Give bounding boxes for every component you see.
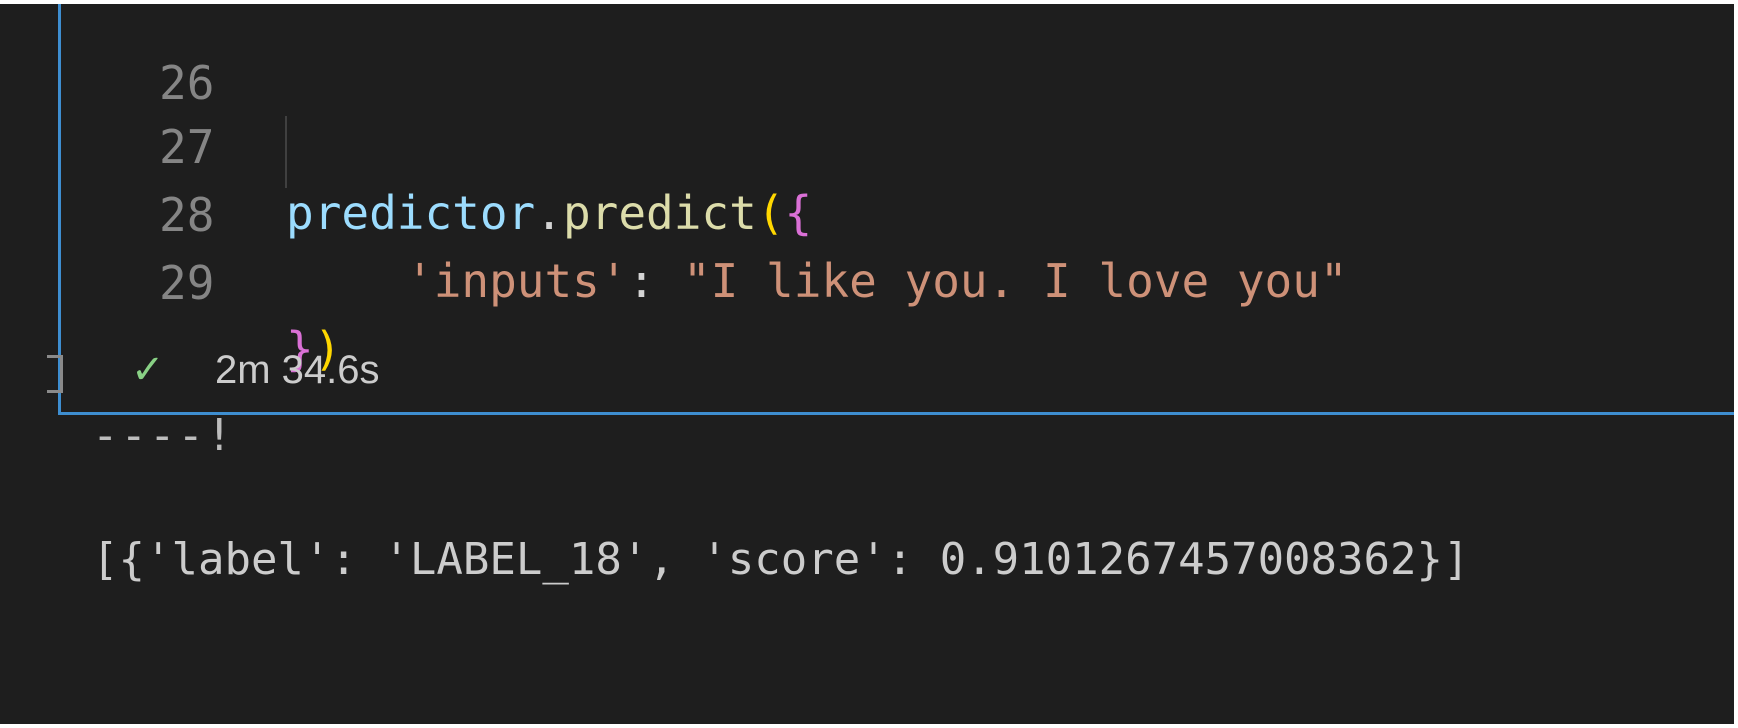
code-line-27[interactable]: 27 predictor.predict({ xyxy=(61,48,812,240)
paren-token: ( xyxy=(756,186,785,240)
code-cell[interactable]: 26 27 predictor.predict({ 28 'inputs': "… xyxy=(47,4,1734,415)
code-text[interactable]: 'inputs': "I like you. I love you" xyxy=(406,248,1348,314)
string-value-token: "I like you. I love you" xyxy=(682,254,1348,308)
elapsed-time: 2m 34.6s xyxy=(215,348,380,392)
code-line-28[interactable]: 28 'inputs': "I like you. I love you" xyxy=(61,116,1348,308)
output-result: [{'label': 'LABEL_18', 'score': 0.910126… xyxy=(92,534,1470,585)
checkmark-icon: ✓ xyxy=(131,347,165,393)
line-number: 26 xyxy=(159,56,215,110)
function-token: predict xyxy=(562,186,757,240)
string-key-token: 'inputs' xyxy=(406,254,628,308)
code-line-29[interactable]: 29 }) xyxy=(61,184,341,376)
code-line-26: 26 xyxy=(61,4,214,110)
line-number: 28 xyxy=(159,188,215,242)
line-number: 29 xyxy=(159,256,215,310)
indent-guide xyxy=(285,116,287,188)
notebook-panel: 26 27 predictor.predict({ 28 'inputs': "… xyxy=(0,4,1734,724)
execution-status: ✓ 2m 34.6s xyxy=(131,340,380,400)
code-text[interactable]: predictor.predict({ xyxy=(286,180,812,246)
colon-token: : xyxy=(627,254,683,308)
variable-token: predictor xyxy=(286,186,536,240)
brace-token: { xyxy=(784,186,813,240)
output-progress: ----! xyxy=(92,410,235,461)
line-number: 27 xyxy=(159,120,215,174)
dot-token: . xyxy=(535,186,563,240)
